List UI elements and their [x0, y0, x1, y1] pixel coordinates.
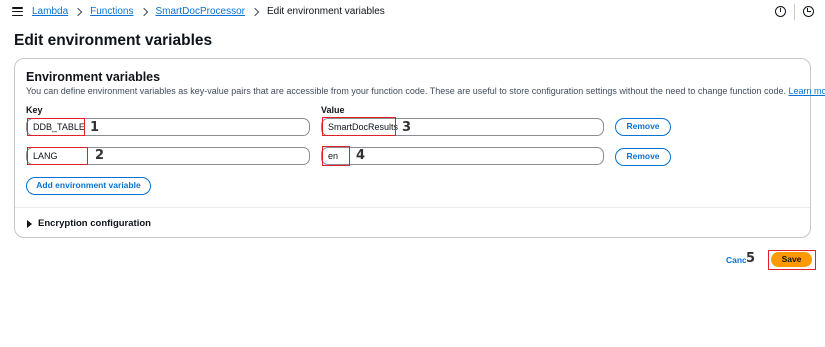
- clock-icon[interactable]: [803, 6, 814, 17]
- env-vars-panel: Environment variables You can define env…: [14, 58, 825, 238]
- remove-button-1[interactable]: Remove: [615, 118, 671, 136]
- caret-right-icon: [27, 219, 32, 228]
- menu-icon[interactable]: [12, 7, 23, 17]
- breadcrumb-functions[interactable]: Functions: [90, 6, 133, 17]
- panel-description: You can define environment variables as …: [26, 86, 825, 96]
- step-marker: 2: [95, 148, 105, 163]
- step-marker: 4: [356, 148, 366, 163]
- remove-button-2[interactable]: Remove: [615, 148, 671, 166]
- encryption-label: Encryption configuration: [38, 218, 151, 229]
- key-label: Key: [26, 105, 43, 115]
- breadcrumb-function[interactable]: SmartDocProcessor: [156, 6, 245, 17]
- info-icon[interactable]: i: [775, 6, 786, 17]
- cancel-button[interactable]: Cancel: [726, 255, 746, 265]
- save-button[interactable]: Save: [771, 252, 812, 267]
- top-bar: Lambda Functions SmartDocProcessor Edit …: [0, 0, 825, 25]
- breadcrumb-current: Edit environment variables: [266, 6, 385, 17]
- step-marker: 1: [90, 120, 100, 135]
- panel-title: Environment variables: [26, 70, 161, 84]
- value-label: Value: [321, 105, 345, 115]
- encryption-toggle[interactable]: Encryption configuration: [27, 218, 151, 229]
- description-text: You can define environment variables as …: [26, 86, 786, 96]
- divider: [794, 4, 795, 20]
- highlight-box: [27, 147, 88, 165]
- page-title: Edit environment variables: [14, 32, 213, 49]
- learn-more-link[interactable]: Learn more: [788, 86, 825, 96]
- divider: [15, 207, 810, 208]
- breadcrumb: Lambda Functions SmartDocProcessor Edit …: [32, 6, 385, 17]
- breadcrumb-lambda[interactable]: Lambda: [32, 6, 68, 17]
- chevron-right-icon: [139, 7, 148, 16]
- highlight-box: [27, 118, 85, 136]
- chevron-right-icon: [250, 7, 260, 16]
- add-env-var-button[interactable]: Add environment variable: [26, 177, 151, 195]
- chevron-right-icon: [73, 7, 83, 16]
- step-marker: 5: [746, 251, 756, 266]
- step-marker: 3: [402, 120, 412, 135]
- highlight-box: [322, 146, 350, 166]
- highlight-box: [322, 117, 396, 136]
